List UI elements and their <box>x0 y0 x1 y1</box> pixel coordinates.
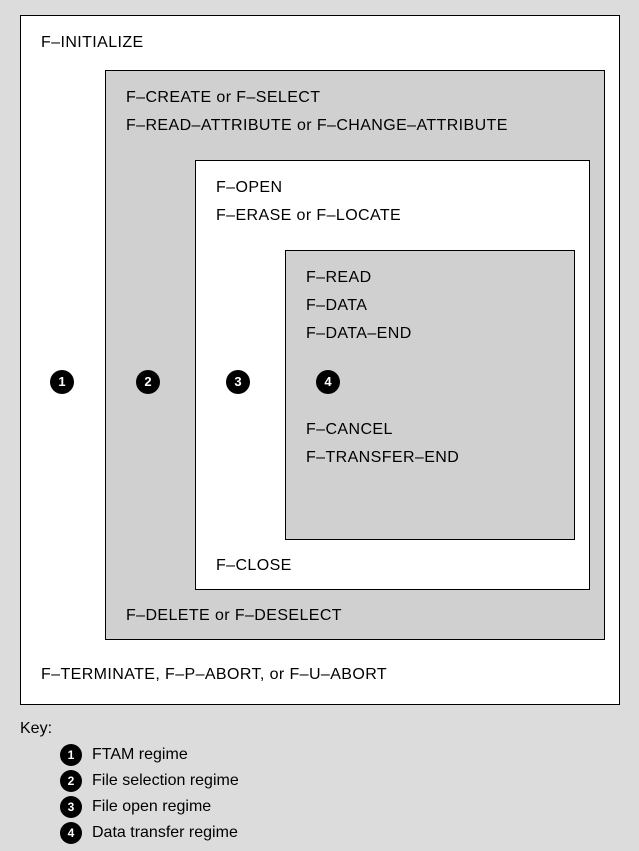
legend-text: Data transfer regime <box>92 824 238 842</box>
box3-top2-label: F–ERASE or F–LOCATE <box>216 207 401 225</box>
legend-badge: 1 <box>60 744 82 766</box>
diagram-canvas: F–INITIALIZE F–TERMINATE, F–P–ABORT, or … <box>0 0 639 851</box>
box4-l3: F–DATA–END <box>306 325 412 343</box>
legend-text: File selection regime <box>92 772 239 790</box>
box4-l1: F–READ <box>306 269 372 287</box>
legend-text: FTAM regime <box>92 746 188 764</box>
box1-top-label: F–INITIALIZE <box>41 34 144 52</box>
box2-top1-label: F–CREATE or F–SELECT <box>126 89 320 107</box>
box1-bottom-label: F–TERMINATE, F–P–ABORT, or F–U–ABORT <box>41 666 387 684</box>
badge-3: 3 <box>226 370 250 394</box>
box2-bottom-label: F–DELETE or F–DESELECT <box>126 607 342 625</box>
box3-bottom-label: F–CLOSE <box>216 557 292 575</box>
legend: Key: 1 FTAM regime 2 File selection regi… <box>20 720 239 848</box>
box-data-transfer-regime: F–READ F–DATA F–DATA–END F–CANCEL F–TRAN… <box>285 250 575 540</box>
badge-2: 2 <box>136 370 160 394</box>
badge-1: 1 <box>50 370 74 394</box>
legend-row: 4 Data transfer regime <box>60 822 239 844</box>
box2-top2-label: F–READ–ATTRIBUTE or F–CHANGE–ATTRIBUTE <box>126 117 508 135</box>
badge-4: 4 <box>316 370 340 394</box>
legend-row: 2 File selection regime <box>60 770 239 792</box>
legend-title: Key: <box>20 720 239 738</box>
legend-row: 3 File open regime <box>60 796 239 818</box>
legend-badge: 3 <box>60 796 82 818</box>
legend-badge: 2 <box>60 770 82 792</box>
box3-top1-label: F–OPEN <box>216 179 282 197</box>
box4-l2: F–DATA <box>306 297 367 315</box>
box4-l5: F–TRANSFER–END <box>306 449 459 467</box>
box4-l4: F–CANCEL <box>306 421 393 439</box>
legend-text: File open regime <box>92 798 211 816</box>
legend-row: 1 FTAM regime <box>60 744 239 766</box>
legend-badge: 4 <box>60 822 82 844</box>
